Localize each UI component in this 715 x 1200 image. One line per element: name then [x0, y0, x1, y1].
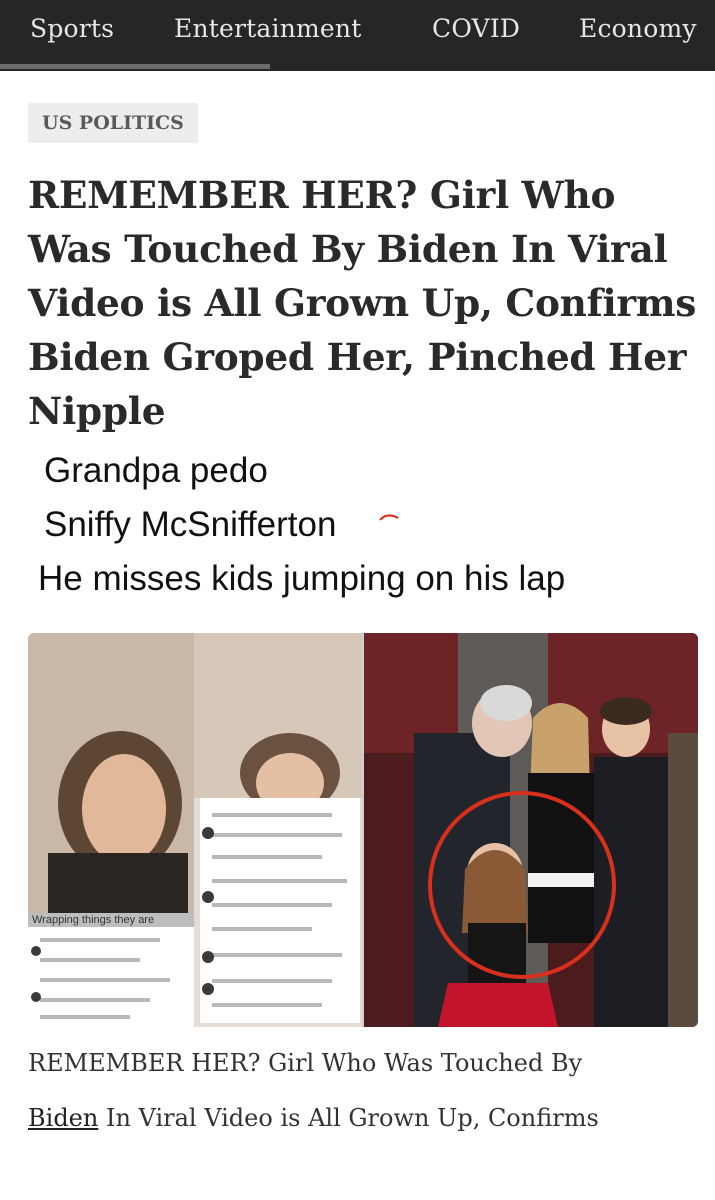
caption-text-2: In Viral Video is All Grown Up, Confirms: [98, 1104, 599, 1132]
caption-text-1: REMEMBER HER? Girl Who Was Touched By: [28, 1049, 583, 1077]
photo-collage: Wrapping things they are: [28, 633, 698, 1027]
red-squiggle-mark: [379, 514, 399, 521]
overlay-text-line-3: He misses kids jumping on his lap: [38, 559, 566, 598]
image-caption: REMEMBER HER? Girl Who Was Touched By Bi…: [28, 1036, 698, 1146]
article-headline: REMEMBER HER? Girl Who Was Touched By Bi…: [28, 173, 697, 433]
category-navbar: Sports Entertainment COVID Economy: [0, 0, 715, 71]
overlay-text-line-2: Sniffy McSnifferton: [44, 505, 337, 544]
overlay-caption: Wrapping things they are: [32, 914, 154, 926]
article-photo[interactable]: Wrapping things they are: [28, 633, 698, 1027]
active-tab-indicator: [0, 64, 270, 69]
nav-tab-economy[interactable]: Economy: [579, 14, 697, 43]
nav-tab-sports[interactable]: Sports: [30, 14, 114, 43]
nav-tab-entertainment[interactable]: Entertainment: [174, 14, 361, 43]
category-badge[interactable]: US POLITICS: [28, 103, 198, 143]
biden-link[interactable]: Biden: [28, 1104, 98, 1132]
overlay-text-line-1: Grandpa pedo: [44, 451, 268, 490]
nav-tab-covid[interactable]: COVID: [432, 14, 520, 43]
